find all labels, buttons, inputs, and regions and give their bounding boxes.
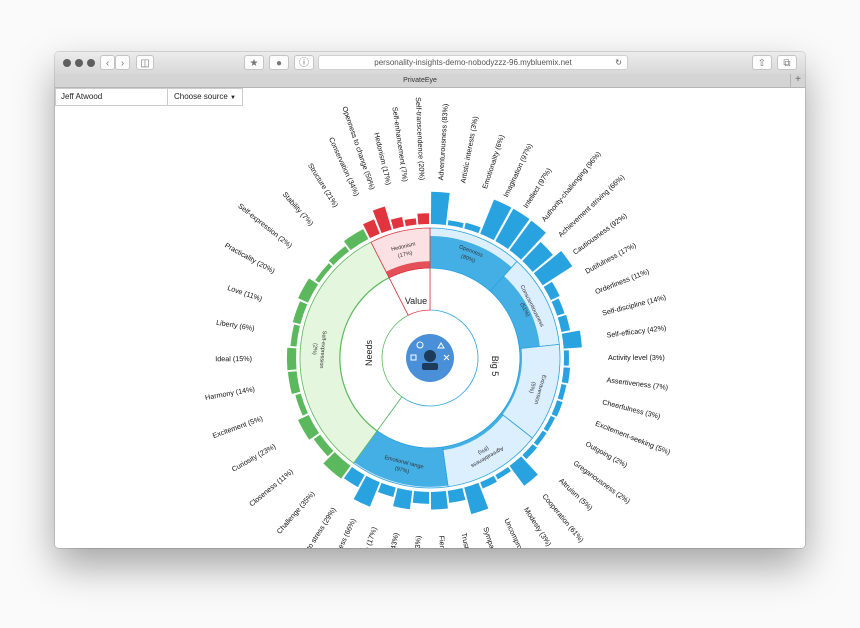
leaf-label-2: Emotionality (6%): [480, 134, 506, 190]
leaf-bar-24: [430, 491, 448, 510]
leaf-bar-44: [390, 216, 404, 230]
personality-sunburst: Openness(80%)Conscientiousness(51%)Extra…: [204, 97, 671, 548]
tab-bar: PrivateEye +: [55, 74, 805, 88]
url-text: personality-insights-demo-nobodyzzz-96.m…: [374, 58, 572, 67]
leaf-label-33: Excitement (5%): [211, 414, 264, 440]
tab-title[interactable]: PrivateEye: [55, 74, 785, 87]
leaf-label-9: Orderliness (11%): [594, 267, 651, 296]
leaf-label-24: Fiery (40%): [437, 535, 448, 548]
leaf-bar-1: [447, 220, 464, 228]
leaf-label-12: Activity level (3%): [608, 353, 665, 362]
leaf-bar-27: [378, 482, 396, 498]
leaf-label-41: Structure (21%): [306, 161, 340, 209]
leaf-bar-23: [447, 488, 466, 503]
leaf-bar-12: [563, 350, 570, 366]
leaf-bar-10: [557, 314, 571, 332]
leaf-bar-34: [287, 371, 301, 394]
leaf-bar-19: [509, 456, 538, 486]
star-icon: ★: [249, 58, 259, 69]
category-label-big5: Big 5: [490, 356, 500, 377]
leaf-bar-35: [286, 347, 297, 371]
trait-pct-selfexpr: (2%): [311, 343, 318, 355]
sidebar-icon: ◫: [140, 58, 150, 69]
info-button[interactable]: ⓘ: [294, 55, 314, 70]
category-label-value: Value: [405, 296, 427, 306]
leaf-label-23: Trust (24%): [460, 532, 476, 548]
leaf-bar-15: [551, 400, 563, 417]
leaf-label-26: Melancholy (43%): [381, 532, 401, 548]
browser-titlebar: ‹ › ◫ ★ ● ⓘ personality-insights-demo-no…: [55, 52, 805, 75]
leaf-label-13: Assertiveness (7%): [606, 375, 669, 392]
leaf-label-36: Liberty (6%): [216, 318, 256, 333]
share-button[interactable]: ⇧: [752, 55, 772, 70]
leaf-label-34: Harmony (14%): [204, 384, 255, 402]
person-head-icon: [424, 350, 436, 362]
leaf-label-10: Self-discipline (14%): [601, 293, 667, 318]
forward-button[interactable]: ›: [115, 55, 130, 70]
leaf-label-38: Practicality (20%): [223, 241, 276, 276]
leaf-bar-9: [551, 298, 565, 316]
bookmark-button[interactable]: ★: [244, 55, 264, 70]
leaf-label-37: Love (11%): [226, 283, 263, 303]
leaf-label-0: Adventurousness (83%): [436, 103, 450, 180]
sidebar-button[interactable]: ◫: [136, 55, 154, 70]
extension-icon: ●: [275, 58, 283, 69]
minimize-window-button[interactable]: [75, 59, 83, 67]
browser-window: ‹ › ◫ ★ ● ⓘ personality-insights-demo-no…: [55, 52, 805, 548]
leaf-label-3: Imagination (97%): [501, 142, 534, 199]
reload-icon[interactable]: ↻: [615, 56, 622, 69]
leaf-label-45: Self-enhancement (7%): [390, 106, 410, 182]
leaf-bar-14: [557, 384, 567, 401]
leaf-bar-0: [430, 191, 450, 225]
chevron-left-icon: ‹: [105, 58, 110, 69]
leaf-label-16: Outgoing (2%): [584, 439, 629, 469]
share-icon: ⇧: [757, 58, 767, 69]
address-bar[interactable]: personality-insights-demo-nobodyzzz-96.m…: [318, 55, 628, 70]
leaf-bar-25: [412, 491, 430, 504]
person-body-icon: [422, 363, 438, 370]
zoom-window-button[interactable]: [87, 59, 95, 67]
leaf-label-1: Artistic interests (3%): [458, 115, 480, 183]
leaf-label-18: Altruism (5%): [557, 476, 595, 512]
tabs-overview-button[interactable]: ⧉: [777, 55, 797, 70]
leaf-bar-8: [543, 281, 560, 301]
new-tab-button[interactable]: +: [790, 74, 805, 87]
category-label-needs: Needs: [364, 339, 374, 366]
leaf-bar-11: [561, 330, 582, 349]
leaf-bar-2: [464, 222, 481, 234]
leaf-bar-46: [417, 213, 430, 225]
leaf-label-44: Hedonism (17%): [372, 132, 393, 186]
leaf-label-6: Achievement striving (66%): [556, 173, 626, 239]
leaf-label-32: Curiosity (23%): [230, 442, 277, 474]
leaf-label-27: Immoderation (17%): [350, 526, 379, 548]
leaf-label-22: Sympathy (69%): [481, 526, 506, 548]
tabs-icon: ⧉: [783, 58, 791, 69]
leaf-label-11: Self-efficacy (42%): [606, 323, 667, 339]
leaf-label-39: Self-expression (2%): [236, 201, 294, 250]
leaf-label-5: Authority-challenging (96%): [540, 150, 603, 224]
back-button[interactable]: ‹: [100, 55, 115, 70]
leaf-label-46: Self-transcendence (20%): [414, 97, 427, 180]
leaf-bar-36: [290, 324, 300, 347]
info-icon: ⓘ: [299, 58, 309, 69]
leaf-label-8: Dutifulness (17%): [584, 240, 638, 275]
leaf-label-31: Closeness (11%): [247, 467, 295, 508]
close-window-button[interactable]: [63, 59, 71, 67]
leaf-label-35: Ideal (15%): [215, 354, 252, 363]
leaf-label-14: Cheerfulness (3%): [601, 397, 661, 421]
leaf-label-40: Stability (7%): [281, 190, 316, 228]
leaf-bar-26: [393, 488, 413, 510]
page-content: Jeff Atwood Choose source ▼ Openness (80%…: [55, 88, 805, 548]
leaf-label-4: Intellect (97%): [521, 166, 553, 210]
leaf-label-25: Prone to worry (23%): [409, 535, 422, 548]
chevron-right-icon: ›: [120, 58, 125, 69]
leaf-label-20: Modesty (3%): [522, 506, 553, 548]
leaf-bar-21: [480, 475, 497, 489]
leaf-bar-45: [404, 218, 417, 227]
extension-button[interactable]: ●: [269, 55, 289, 70]
leaf-bar-13: [561, 367, 571, 384]
leaf-label-30: Challenge (35%): [275, 489, 317, 535]
